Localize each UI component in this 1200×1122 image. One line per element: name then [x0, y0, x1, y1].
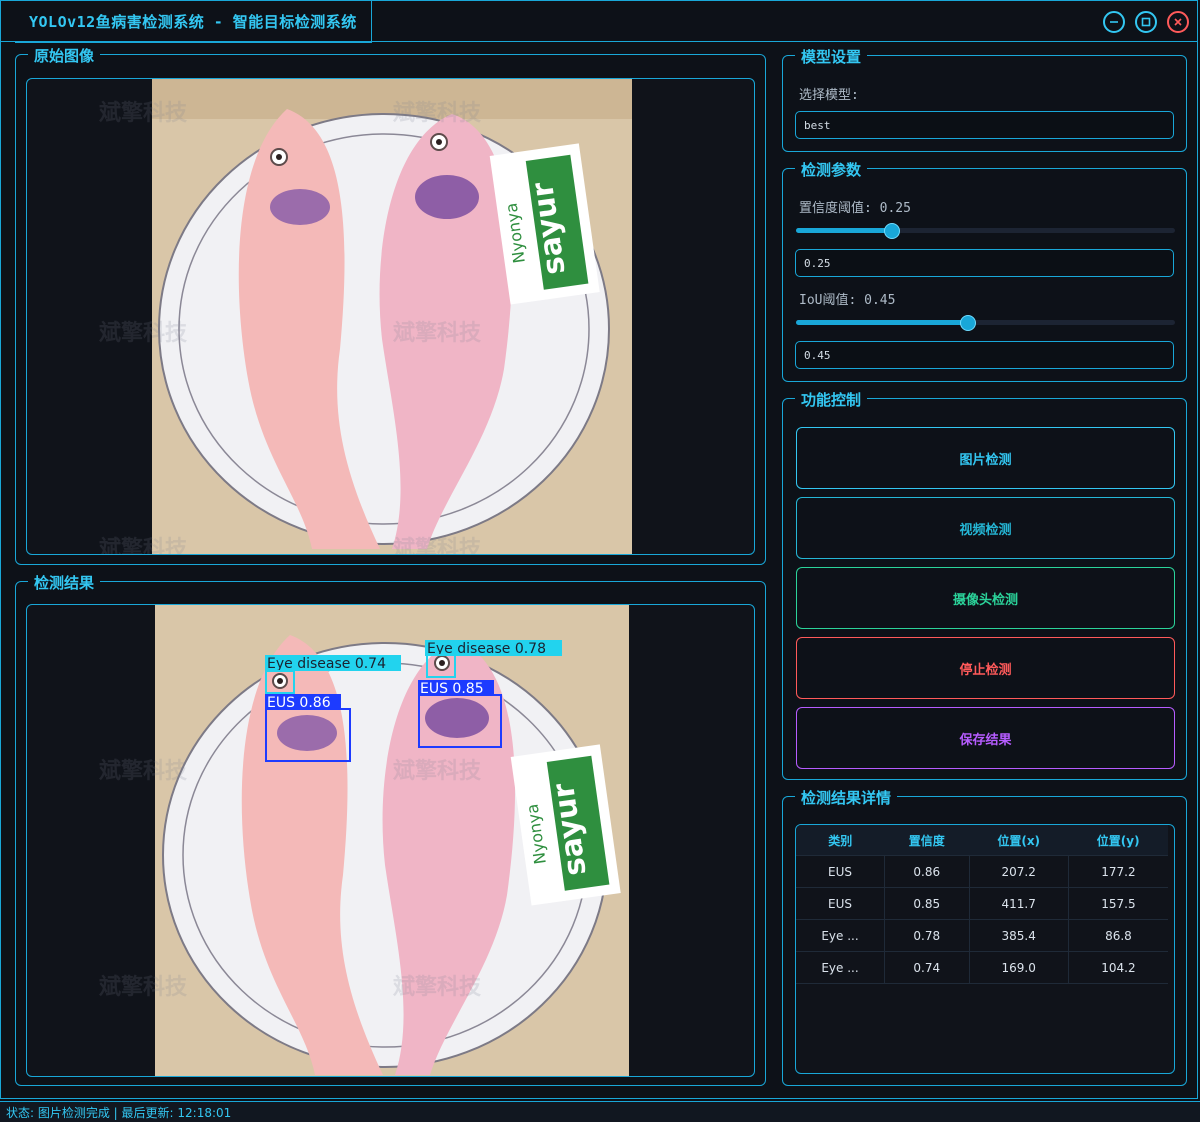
detection-params-title: 检测参数: [795, 159, 868, 180]
table-cell: 157.5: [1068, 887, 1168, 920]
detection-params-panel: 检测参数 置信度阈值: 0.25 0.25 IoU阈值: 0.45 0.45: [782, 159, 1187, 382]
status-bar: 状态: 图片检测完成 | 最后更新: 12:18:01: [0, 1101, 1200, 1122]
save-results-button[interactable]: 保存结果: [796, 707, 1175, 769]
app-window: YOLOv12鱼病害检测系统 - 智能目标检测系统 原始图像 sayur Nyo…: [0, 0, 1198, 1099]
result-image-view: sayur Nyonya Eye disease 0.74 Eye diseas…: [26, 604, 755, 1077]
confidence-slider-handle[interactable]: [883, 223, 900, 239]
original-image-panel: 原始图像 sayur Nyonya 斌擎科技 斌擎科技 斌擎科技: [15, 45, 766, 565]
details-title: 检测结果详情: [795, 787, 898, 808]
confidence-slider[interactable]: [796, 223, 1175, 239]
title-bar: YOLOv12鱼病害检测系统 - 智能目标检测系统: [1, 1, 1197, 43]
model-select-label: 选择模型:: [799, 88, 859, 103]
iou-slider-handle[interactable]: [959, 315, 976, 331]
details-panel: 检测结果详情 类别 置信度 位置(x) 位置(y) EUS 0.86 207.2: [782, 787, 1187, 1086]
close-button[interactable]: [1167, 11, 1189, 33]
maximize-icon: [1141, 17, 1151, 27]
video-detect-button[interactable]: 视频检测: [796, 497, 1175, 559]
table-cell: 0.86: [884, 855, 970, 888]
close-icon: [1174, 18, 1182, 26]
result-photo: sayur Nyonya Eye disease 0.74 Eye diseas…: [155, 605, 629, 1076]
fish-photo-detected: sayur Nyonya Eye disease 0.74 Eye diseas…: [155, 605, 629, 1076]
confidence-label: 置信度阈值: 0.25: [799, 201, 911, 216]
table-cell: Eye ...: [796, 919, 886, 952]
iou-input[interactable]: 0.45: [795, 341, 1174, 369]
iou-label: IoU阈值: 0.45: [799, 293, 896, 308]
table-cell: 0.78: [884, 919, 970, 952]
table-cell: 177.2: [1068, 855, 1168, 888]
table-cell: 0.85: [884, 887, 970, 920]
controls-title: 功能控制: [795, 389, 868, 410]
column-header[interactable]: 位置(y): [1068, 825, 1168, 856]
results-table-container: 类别 置信度 位置(x) 位置(y) EUS 0.86 207.2 177.2 …: [795, 824, 1175, 1074]
table-cell: 169.0: [969, 951, 1069, 984]
stop-detect-button[interactable]: 停止检测: [796, 637, 1175, 699]
model-settings-title: 模型设置: [795, 46, 868, 67]
table-row[interactable]: Eye ... 0.74 169.0 104.2: [796, 951, 1168, 984]
table-cell: EUS: [796, 887, 886, 920]
table-cell: 385.4: [969, 919, 1069, 952]
result-image-panel: 检测结果 sayur Nyonya Eye disease 0.74 Eye d…: [15, 572, 766, 1086]
model-settings-panel: 模型设置 选择模型: best: [782, 46, 1187, 152]
table-row[interactable]: EUS 0.85 411.7 157.5: [796, 887, 1168, 920]
table-row[interactable]: Eye ... 0.78 385.4 86.8: [796, 919, 1168, 952]
table-header-row: 类别 置信度 位置(x) 位置(y): [796, 825, 1168, 856]
table-cell: 207.2: [969, 855, 1069, 888]
model-select[interactable]: best: [795, 111, 1174, 139]
column-header[interactable]: 位置(x): [969, 825, 1069, 856]
table-cell: Eye ...: [796, 951, 886, 984]
iou-slider[interactable]: [796, 315, 1175, 331]
image-detect-button[interactable]: 图片检测: [796, 427, 1175, 489]
table-cell: 86.8: [1068, 919, 1168, 952]
detection-label: Eye disease 0.74: [267, 656, 386, 672]
original-panel-title: 原始图像: [28, 45, 101, 66]
original-photo: sayur Nyonya: [152, 79, 632, 554]
results-table: 类别 置信度 位置(x) 位置(y) EUS 0.86 207.2 177.2 …: [796, 825, 1168, 984]
result-panel-title: 检测结果: [28, 572, 101, 593]
iou-slider-fill: [796, 320, 967, 325]
table-cell: 104.2: [1068, 951, 1168, 984]
minimize-button[interactable]: [1103, 11, 1125, 33]
confidence-slider-fill: [796, 228, 891, 233]
table-cell: 0.74: [884, 951, 970, 984]
fish-photo-original: sayur Nyonya: [152, 79, 632, 554]
controls-panel: 功能控制 图片检测 视频检测 摄像头检测 停止检测 保存结果: [782, 389, 1187, 780]
table-cell: 411.7: [969, 887, 1069, 920]
maximize-button[interactable]: [1135, 11, 1157, 33]
original-image-view: sayur Nyonya 斌擎科技 斌擎科技 斌擎科技 斌擎科技 斌擎科技 斌擎…: [26, 78, 755, 555]
minimize-icon: [1110, 21, 1118, 23]
camera-detect-button[interactable]: 摄像头检测: [796, 567, 1175, 629]
column-header[interactable]: 置信度: [884, 825, 969, 856]
window-title: YOLOv12鱼病害检测系统 - 智能目标检测系统: [15, 1, 372, 43]
confidence-input[interactable]: 0.25: [795, 249, 1174, 277]
table-cell: EUS: [796, 855, 886, 888]
title-divider: [1, 41, 1197, 42]
table-row[interactable]: EUS 0.86 207.2 177.2: [796, 855, 1168, 888]
column-header[interactable]: 类别: [796, 825, 885, 856]
